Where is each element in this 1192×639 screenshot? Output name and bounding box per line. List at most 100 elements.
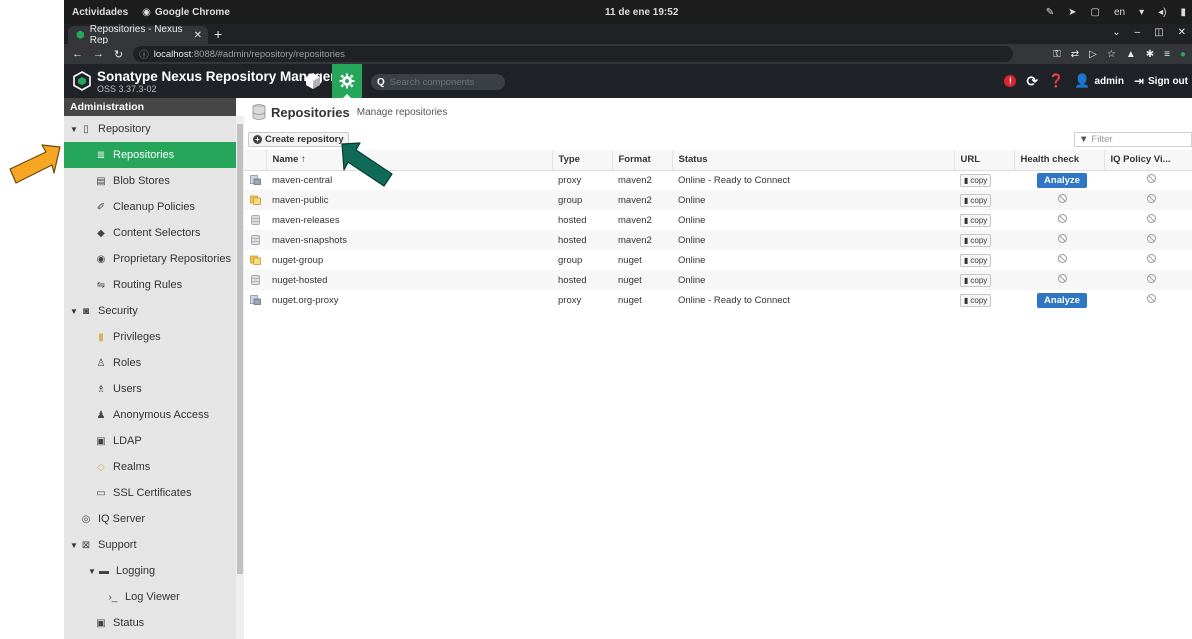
page-title: Repositories: [271, 104, 350, 120]
table-row[interactable]: nuget-group group nuget Online ▮ copy: [244, 250, 1192, 270]
cast-icon[interactable]: ▷: [1089, 49, 1097, 60]
sidebar-item-log-viewer[interactable]: ›_ Log Viewer: [64, 584, 236, 610]
forward-icon[interactable]: →: [93, 48, 104, 61]
url-cell: ▮ copy: [954, 170, 1014, 190]
copy-url-button[interactable]: ▮ copy: [960, 273, 992, 287]
admin-gear-button[interactable]: [332, 64, 362, 99]
sidebar-item-ssl-certificates[interactable]: ▭ SSL Certificates: [64, 480, 236, 506]
puzzle-icon[interactable]: ✱: [1146, 49, 1154, 60]
cell-type: proxy: [558, 294, 582, 306]
key-icon[interactable]: ⚿: [1053, 49, 1061, 60]
user-menu[interactable]: 👤 admin: [1074, 73, 1124, 89]
close-tab-icon[interactable]: ✕: [194, 30, 202, 41]
sidebar-scroll-thumb[interactable]: [237, 124, 243, 574]
table-row[interactable]: maven-snapshots hosted maven2 Online ▮ copy: [244, 230, 1192, 250]
filter-input[interactable]: ▼ Filter: [1074, 132, 1192, 147]
refresh-icon[interactable]: ⟳: [1026, 73, 1038, 90]
repo-icon-cell: [244, 190, 266, 210]
tab-search-icon[interactable]: ⌄: [1112, 27, 1120, 38]
sidebar-item-support[interactable]: ▼ ⊠ Support: [64, 532, 236, 558]
system-tray[interactable]: ✎ ➤ ▢ en ▾ ◂) ▮: [1046, 7, 1186, 18]
cell-type: group: [558, 254, 583, 266]
sidebar-item-routing-rules[interactable]: ⇋ Routing Rules: [64, 272, 236, 298]
create-repository-button[interactable]: + Create repository: [248, 132, 349, 147]
copy-label: copy: [970, 215, 988, 225]
clock[interactable]: 11 de ene 19:52: [605, 7, 678, 18]
table-row[interactable]: nuget-hosted hosted nuget Online ▮ copy: [244, 270, 1192, 290]
browser-toolbar: ← → ↻ ⓘ localhost :8088/#admin/repositor…: [64, 44, 1192, 64]
column-header-name[interactable]: Name ↑: [266, 150, 553, 171]
sidebar-item-realms[interactable]: ◇ Realms: [64, 454, 236, 480]
star-icon[interactable]: ☆: [1107, 49, 1116, 60]
copy-url-button[interactable]: ▮ copy: [960, 173, 992, 187]
sidebar-item-anonymous-access[interactable]: ♟ Anonymous Access: [64, 402, 236, 428]
expand-triangle-icon[interactable]: ▼: [70, 307, 79, 316]
search-components-input[interactable]: Q Search components: [371, 74, 505, 90]
expand-triangle-icon[interactable]: ▼: [70, 541, 79, 550]
sidebar-item-cleanup-policies[interactable]: ✐ Cleanup Policies: [64, 194, 236, 220]
analyze-button[interactable]: Analyze: [1037, 292, 1087, 308]
copy-url-button[interactable]: ▮ copy: [960, 193, 992, 207]
help-icon[interactable]: ❓: [1048, 73, 1064, 89]
column-header-status[interactable]: Status: [672, 150, 955, 171]
copy-url-button[interactable]: ▮ copy: [960, 293, 992, 307]
browser-tab[interactable]: ⬢ Repositories - Nexus Rep ✕: [68, 24, 208, 46]
table-row[interactable]: maven-releases hosted maven2 Online ▮ copy: [244, 210, 1192, 230]
sidebar-item-users[interactable]: ♗ Users: [64, 376, 236, 402]
sidebar-item-repositories[interactable]: ≣ Repositories: [64, 142, 236, 168]
minimize-icon[interactable]: –: [1135, 27, 1141, 38]
translate-icon[interactable]: ⇄: [1071, 49, 1079, 60]
sidebar-item-iq-server[interactable]: ◎ IQ Server: [64, 506, 236, 532]
sidebar-item-security[interactable]: ▼ ◙ Security: [64, 298, 236, 324]
new-tab-icon[interactable]: +: [214, 26, 222, 42]
extension-icon[interactable]: ▲: [1126, 49, 1136, 60]
column-header-iq-policy[interactable]: IQ Policy Vi...: [1104, 150, 1192, 171]
reload-icon[interactable]: ↻: [114, 48, 123, 61]
clipboard-icon: ▮: [964, 195, 969, 205]
sidebar-item-ldap[interactable]: ▣ LDAP: [64, 428, 236, 454]
copy-url-button[interactable]: ▮ copy: [960, 253, 992, 267]
sidebar-item-repository[interactable]: ▼ ▯ Repository: [64, 116, 236, 142]
copy-url-button[interactable]: ▮ copy: [960, 213, 992, 227]
sidebar-item-roles[interactable]: ♙ Roles: [64, 350, 236, 376]
analyze-button[interactable]: Analyze: [1037, 172, 1087, 188]
sidebar-item-logging[interactable]: ▼ ▬ Logging: [64, 558, 236, 584]
cell-name: maven-releases: [272, 214, 340, 226]
sidebar-item-privileges[interactable]: ▮ Privileges: [64, 324, 236, 350]
medkit-icon: ▣: [96, 617, 106, 629]
cell-type: proxy: [558, 174, 582, 186]
column-header-health-check[interactable]: Health check: [1014, 150, 1105, 171]
language-indicator[interactable]: en: [1114, 7, 1125, 18]
address-bar[interactable]: ⓘ localhost :8088/#admin/repository/repo…: [133, 46, 1014, 62]
column-header-type[interactable]: Type: [552, 150, 613, 171]
activities-button[interactable]: Actividades: [72, 7, 128, 18]
cell-name: nuget-hosted: [266, 270, 552, 290]
profile-icon[interactable]: ●: [1180, 49, 1186, 60]
sidebar-item-blob-stores[interactable]: ▤ Blob Stores: [64, 168, 236, 194]
copy-url-button[interactable]: ▮ copy: [960, 233, 992, 247]
close-window-icon[interactable]: ✕: [1178, 27, 1186, 38]
nexus-logo-icon[interactable]: [73, 71, 91, 91]
expand-triangle-icon[interactable]: ▼: [70, 125, 79, 134]
clipboard-icon: ▮: [964, 175, 969, 185]
maximize-icon[interactable]: ◫: [1154, 27, 1163, 38]
column-header-format[interactable]: Format: [612, 150, 673, 171]
playlist-icon[interactable]: ≡: [1164, 49, 1170, 60]
table-row[interactable]: nuget.org-proxy proxy nuget Online - Ready …: [244, 290, 1192, 310]
sidebar-item-status[interactable]: ▣ Status: [64, 610, 236, 636]
table-row[interactable]: maven-public group maven2 Online ▮ copy: [244, 190, 1192, 210]
app-indicator[interactable]: ◉ Google Chrome: [142, 7, 230, 18]
back-icon[interactable]: ←: [72, 48, 83, 61]
sign-out-button[interactable]: ⇥ Sign out: [1134, 74, 1188, 88]
not-available-icon: [1146, 174, 1156, 184]
not-available-icon: [1146, 214, 1156, 223]
column-header-url[interactable]: URL: [954, 150, 1015, 171]
sidebar-item-content-selectors[interactable]: ◆ Content Selectors: [64, 220, 236, 246]
sidebar-scrollbar[interactable]: [236, 116, 244, 639]
browse-cube-icon[interactable]: [304, 72, 322, 90]
expand-triangle-icon[interactable]: ▼: [88, 567, 97, 576]
sidebar-item-label: Repository: [98, 123, 151, 135]
health-check-cell: [1014, 250, 1104, 270]
sidebar-item-proprietary-repositories[interactable]: ◉ Proprietary Repositories: [64, 246, 236, 272]
alert-icon[interactable]: !: [1004, 75, 1017, 87]
